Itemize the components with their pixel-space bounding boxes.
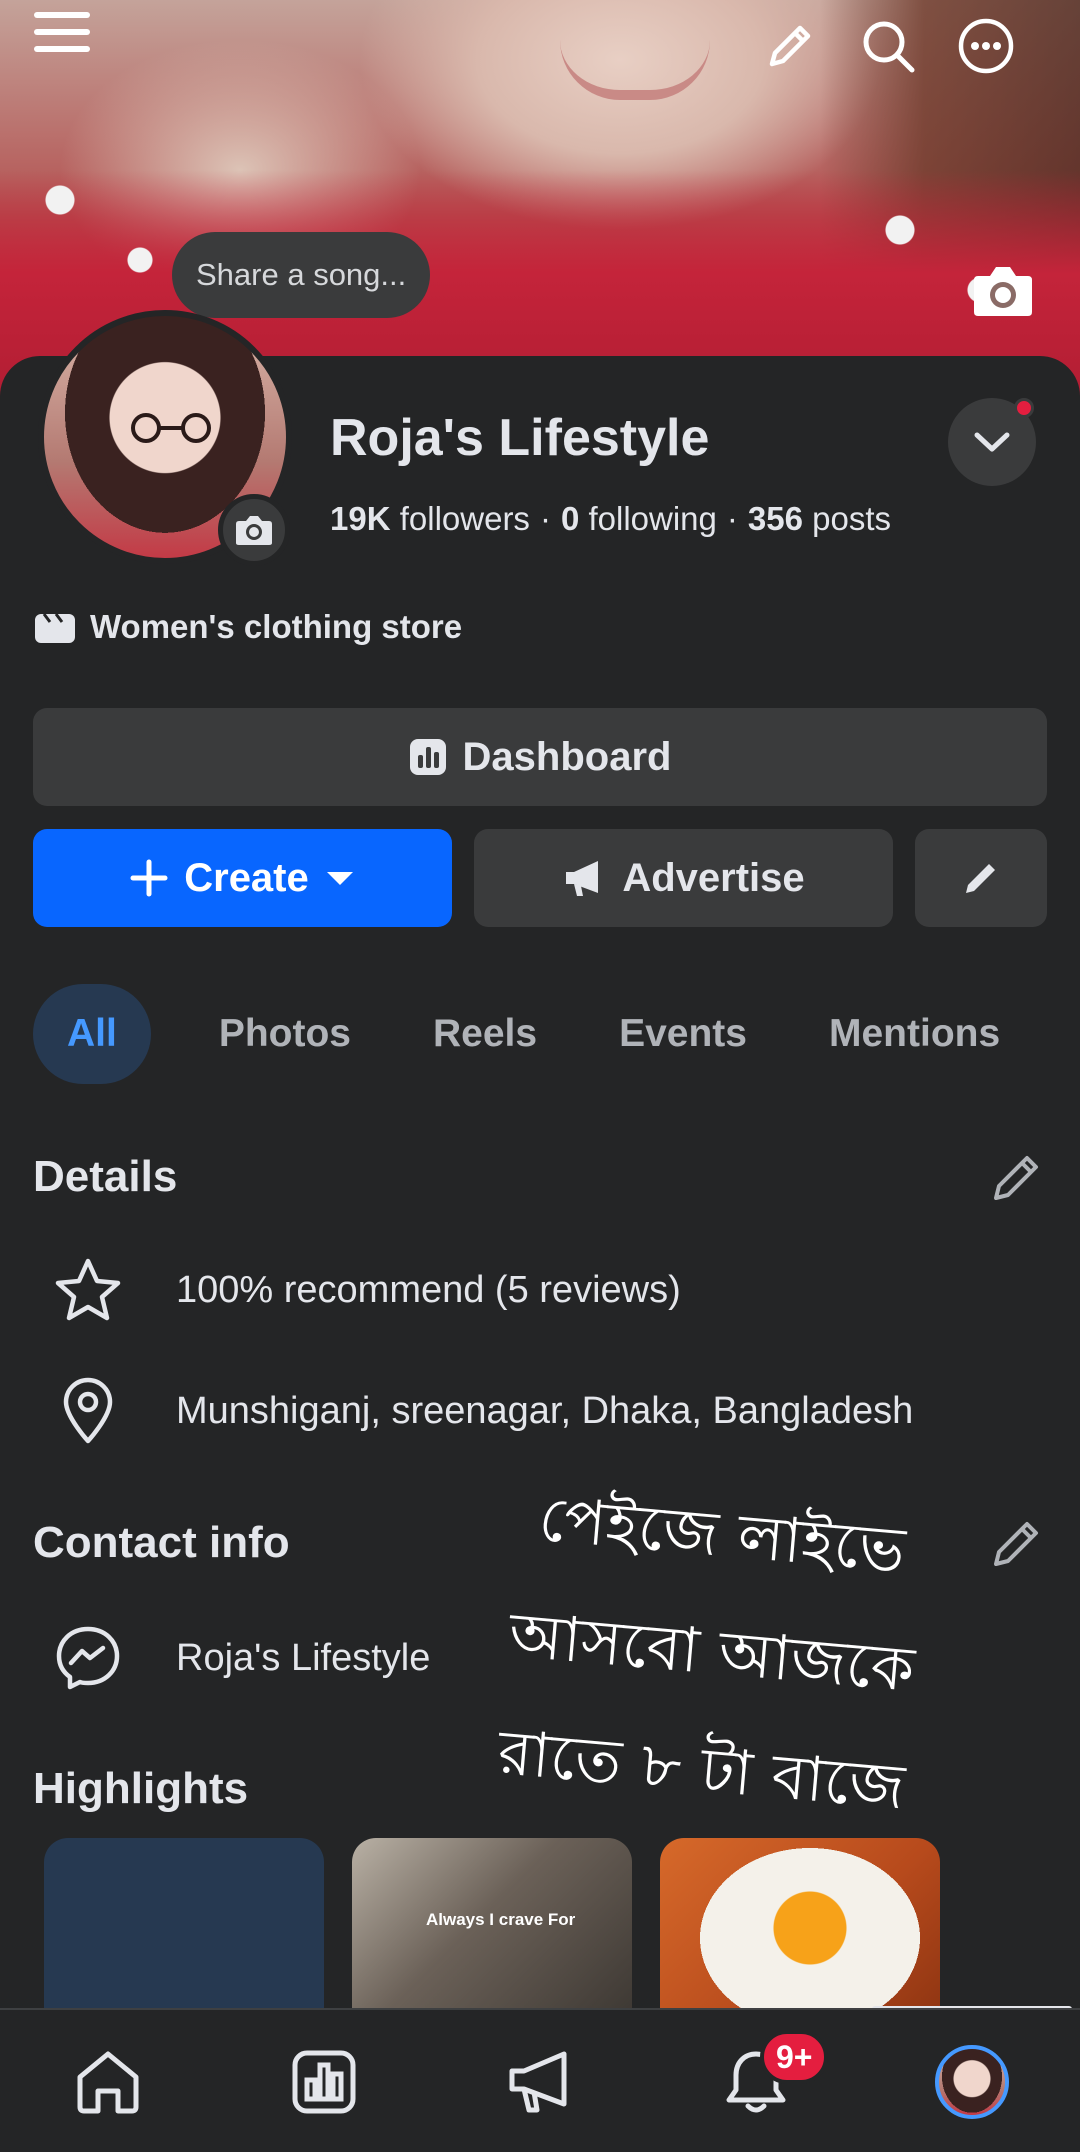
edit-details-icon[interactable] [990,1150,1046,1206]
notifications-badge: 9+ [760,2030,829,2084]
megaphone-icon [509,2051,567,2113]
bottom-navigation [0,2008,1080,2152]
nav-profile[interactable] [902,2010,1042,2152]
posts-count: 356 [747,500,803,537]
highlight-item[interactable]: Always I crave For [352,1838,632,2018]
edit-page-button[interactable] [915,829,1047,927]
avatar-glasses [131,413,211,443]
messenger-icon [52,1622,124,1694]
pencil-icon [966,864,995,893]
posts-label: posts [812,500,891,537]
details-heading: Details [33,1152,178,1201]
cover-smile [560,40,710,100]
stats-separator: · [539,500,551,537]
chevron-down-icon [974,432,1010,452]
edit-contact-icon[interactable] [990,1516,1046,1572]
rating-text: 100% recommend (5 reviews) [176,1268,681,1311]
profile-stats: 19K followers · 0 following · 356 posts [330,500,891,538]
messenger-text: Roja's Lifestyle [176,1636,431,1679]
profile-avatar-small [935,2045,1009,2119]
location-pin-icon [52,1375,124,1447]
home-icon [77,2051,139,2114]
stats-separator: · [726,500,738,537]
followers-label: followers [399,500,530,537]
tab-reels[interactable]: Reels [399,984,571,1084]
rating-row[interactable]: 100% recommend (5 reviews) [52,1254,681,1326]
overlay-announcement-text: পেইজে লাইভে আসবো আজকে রাতে ৮ টা বাজে [457,1455,966,1849]
highlight-item[interactable] [660,1838,940,2018]
plus-icon [130,859,168,897]
nav-ads[interactable] [470,2010,610,2152]
following-count: 0 [560,500,580,537]
profile-tabs: All Photos Reels Events Mentions [33,984,1034,1084]
location-text: Munshiganj, sreenagar, Dhaka, Bangladesh [176,1389,914,1432]
page-category: Women's clothing store [34,608,462,646]
megaphone-icon [566,861,599,896]
avatar-camera-icon[interactable] [218,494,290,566]
tab-photos[interactable]: Photos [185,984,385,1084]
tab-all[interactable]: All [33,984,151,1084]
posts-stat: 356 posts [748,500,891,537]
tab-mentions[interactable]: Mentions [795,984,1034,1084]
edit-pencil-icon[interactable] [758,14,822,78]
dashboard-icon [409,739,446,775]
following-stat[interactable]: 0 following [561,500,717,537]
search-icon[interactable] [856,14,920,78]
highlights-heading: Highlights [33,1764,249,1813]
following-label: following [588,500,717,537]
messenger-row[interactable]: Roja's Lifestyle [52,1622,430,1694]
notification-dot [1014,398,1034,418]
create-button[interactable]: Create [33,829,452,927]
followers-count: 19K [330,500,391,537]
category-label: Women's clothing store [90,608,463,645]
advertise-button[interactable]: Advertise [474,829,893,927]
nav-home[interactable] [38,2010,178,2152]
share-song-label: Share a song... [196,257,407,292]
followers-stat[interactable]: 19K followers [330,500,530,537]
insights-icon [292,2050,356,2114]
clapperboard-icon [35,613,75,643]
share-song-bubble[interactable]: Share a song... [172,232,431,318]
advertise-label: Advertise [622,855,805,900]
dashboard-label: Dashboard [462,734,672,779]
menu-icon[interactable] [30,0,94,64]
highlight-caption: Always I crave For [426,1910,576,1929]
contact-info-heading: Contact info [33,1518,290,1567]
more-options-icon[interactable] [954,14,1018,78]
star-icon [52,1254,124,1326]
create-label: Create [184,855,309,900]
nav-dashboard[interactable] [254,2010,394,2152]
caret-down-icon [326,872,353,885]
page-title: Roja's Lifestyle [330,409,710,467]
highlight-new[interactable] [44,1838,324,2018]
cover-camera-icon[interactable] [970,262,1040,322]
dashboard-button[interactable]: Dashboard [33,708,1047,806]
highlights-row: Always I crave For [44,1838,940,2018]
tab-events[interactable]: Events [585,984,781,1084]
location-row[interactable]: Munshiganj, sreenagar, Dhaka, Bangladesh [52,1375,913,1447]
